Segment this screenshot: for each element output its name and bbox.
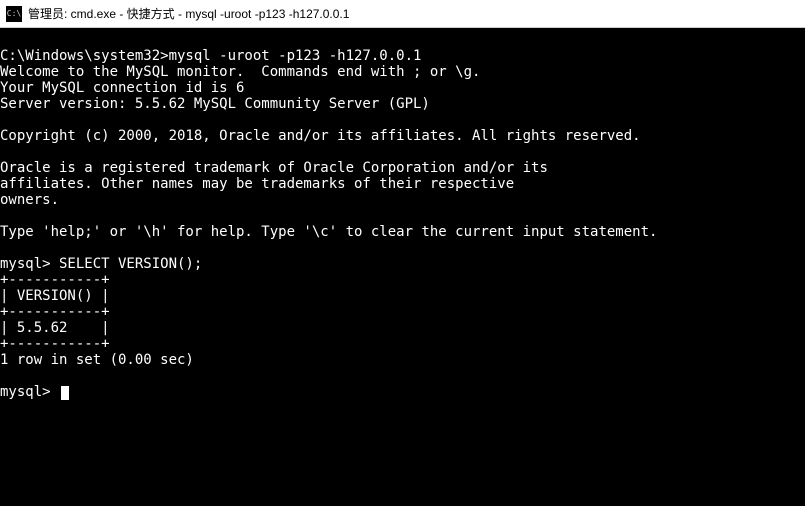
cursor-icon — [61, 386, 69, 400]
terminal-line: Type 'help;' or '\h' for help. Type '\c'… — [0, 224, 657, 240]
terminal-line: Server version: 5.5.62 MySQL Community S… — [0, 96, 430, 112]
terminal-output[interactable]: C:\Windows\system32>mysql -uroot -p123 -… — [0, 28, 805, 400]
cmd-icon: C:\ — [6, 6, 22, 22]
terminal-line: Copyright (c) 2000, 2018, Oracle and/or … — [0, 128, 641, 144]
terminal-line: +-----------+ — [0, 272, 110, 288]
window-title: 管理员: cmd.exe - 快捷方式 - mysql -uroot -p123… — [28, 5, 349, 22]
terminal-line: +-----------+ — [0, 336, 110, 352]
window-titlebar: C:\ 管理员: cmd.exe - 快捷方式 - mysql -uroot -… — [0, 0, 805, 28]
terminal-prompt[interactable]: mysql> — [0, 384, 59, 400]
terminal-line: Oracle is a registered trademark of Orac… — [0, 160, 548, 176]
terminal-line: affiliates. Other names may be trademark… — [0, 176, 514, 192]
terminal-line: Your MySQL connection id is 6 — [0, 80, 244, 96]
terminal-line: +-----------+ — [0, 304, 110, 320]
terminal-line: mysql> SELECT VERSION(); — [0, 256, 202, 272]
terminal-line: owners. — [0, 192, 59, 208]
terminal-line: C:\Windows\system32>mysql -uroot -p123 -… — [0, 48, 421, 64]
terminal-line: Welcome to the MySQL monitor. Commands e… — [0, 64, 480, 80]
terminal-line: | VERSION() | — [0, 288, 110, 304]
terminal-line: 1 row in set (0.00 sec) — [0, 352, 194, 368]
terminal-line: | 5.5.62 | — [0, 320, 110, 336]
